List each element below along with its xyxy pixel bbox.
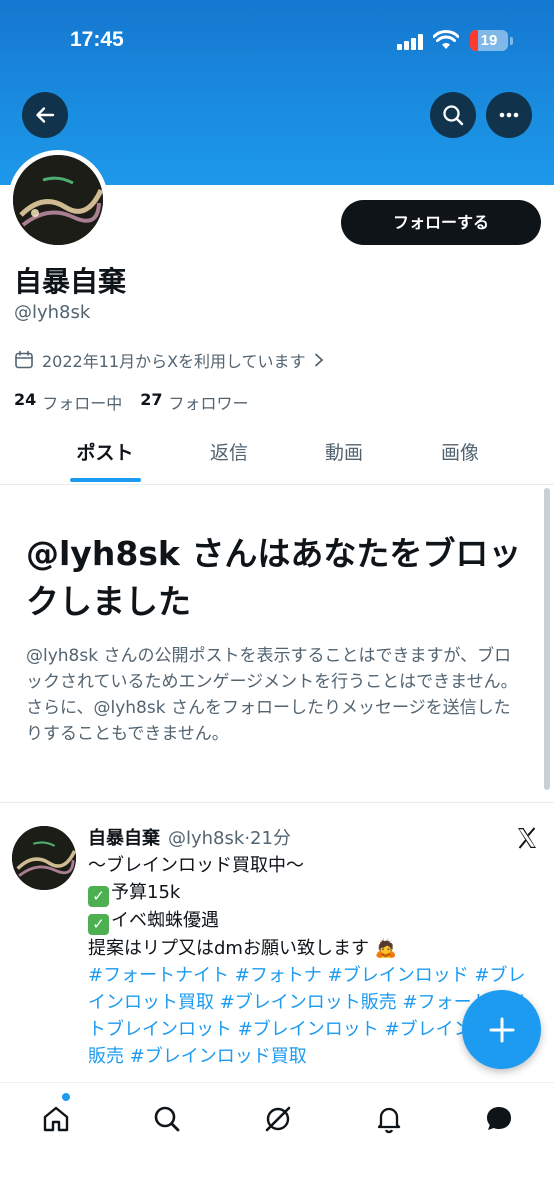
battery-level: 19 bbox=[480, 32, 498, 49]
followers-label: フォロワー bbox=[168, 394, 249, 413]
messages-icon bbox=[487, 1107, 511, 1130]
blocked-notice-description: @lyh8sk さんの公開ポストを表示することはできますが、ブロックされているた… bbox=[26, 646, 518, 744]
profile-display-name: 自暴自棄 bbox=[14, 265, 127, 298]
search-icon bbox=[154, 1106, 180, 1132]
tab-posts[interactable]: ポスト bbox=[60, 425, 150, 485]
joined-date[interactable]: 2022年11月からXを利用しています bbox=[14, 348, 324, 372]
profile-handle: @lyh8sk bbox=[14, 302, 91, 323]
post-meta: @lyh8sk·21分 bbox=[168, 828, 291, 849]
following-label: フォロー中 bbox=[42, 394, 123, 413]
follow-button[interactable]: フォローする bbox=[341, 200, 541, 245]
calendar-icon bbox=[15, 350, 33, 369]
battery-cap bbox=[510, 37, 513, 45]
home-notification-dot bbox=[62, 1093, 70, 1101]
chevron-right-icon bbox=[314, 353, 323, 367]
blocked-notice-title: @lyh8sk さんはあなたをブロックしました bbox=[26, 534, 522, 621]
search-button[interactable] bbox=[430, 92, 476, 138]
arrow-left-icon bbox=[36, 107, 55, 123]
profile-tabs: ポスト 返信 動画 画像 bbox=[0, 425, 554, 485]
x-logo-icon bbox=[518, 827, 536, 849]
followers-link[interactable]: 27 フォロワー bbox=[140, 390, 248, 414]
plus-icon bbox=[489, 1017, 514, 1042]
nav-notifications[interactable] bbox=[369, 1099, 409, 1139]
nav-home[interactable] bbox=[36, 1099, 76, 1139]
nav-grok[interactable] bbox=[258, 1099, 298, 1139]
avatar-image bbox=[13, 155, 103, 245]
tab-videos[interactable]: 動画 bbox=[299, 425, 389, 485]
tab-images[interactable]: 画像 bbox=[415, 425, 505, 485]
nav-search[interactable] bbox=[147, 1099, 187, 1139]
status-bar: 17:45 19 bbox=[0, 0, 554, 80]
post-line: 〜ブレインロッド買取中〜 bbox=[88, 855, 304, 876]
status-time: 17:45 bbox=[70, 28, 124, 51]
more-button[interactable] bbox=[486, 92, 532, 138]
followers-count: 27 bbox=[140, 390, 163, 409]
post-line: 提案はリプ又はdmお願い致します 🙇 bbox=[88, 938, 398, 959]
scrollbar[interactable] bbox=[544, 488, 550, 790]
avatar-image bbox=[12, 826, 76, 890]
check-mark-icon: ✓ bbox=[88, 886, 109, 907]
post-line: 予算15k bbox=[111, 882, 181, 903]
back-button[interactable] bbox=[22, 92, 68, 138]
notifications-icon bbox=[377, 1107, 401, 1134]
active-tab-indicator bbox=[70, 478, 141, 482]
joined-text: 2022年11月からXを利用しています bbox=[42, 352, 306, 371]
post-author-name[interactable]: 自暴自棄 bbox=[88, 824, 160, 850]
cellular-signal-icon bbox=[397, 34, 425, 50]
follow-counts: 24 フォロー中 27 フォロワー bbox=[14, 390, 267, 414]
post-author-avatar[interactable] bbox=[12, 826, 76, 890]
tab-replies[interactable]: 返信 bbox=[184, 425, 274, 485]
search-icon bbox=[443, 105, 464, 126]
profile-avatar[interactable] bbox=[8, 150, 108, 250]
wifi-icon bbox=[433, 30, 459, 49]
home-icon bbox=[43, 1106, 69, 1132]
post-line: イベ蜘蛛優遇 bbox=[111, 910, 219, 931]
post-line-checked: ✓ イベ蜘蛛優遇 bbox=[88, 907, 538, 935]
nav-messages[interactable] bbox=[479, 1099, 519, 1139]
more-horizontal-icon bbox=[499, 112, 519, 118]
following-link[interactable]: 24 フォロー中 bbox=[14, 390, 122, 414]
grok-icon bbox=[265, 1106, 291, 1132]
compose-post-button[interactable] bbox=[462, 990, 541, 1069]
bottom-navigation bbox=[0, 1082, 554, 1200]
post-line-checked: ✓ 予算15k bbox=[88, 879, 538, 907]
check-mark-icon: ✓ bbox=[88, 914, 109, 935]
post-header: 自暴自棄 @lyh8sk·21分 bbox=[88, 824, 291, 850]
battery-icon: 19 bbox=[470, 30, 508, 51]
following-count: 24 bbox=[14, 390, 37, 409]
section-divider bbox=[0, 802, 554, 803]
